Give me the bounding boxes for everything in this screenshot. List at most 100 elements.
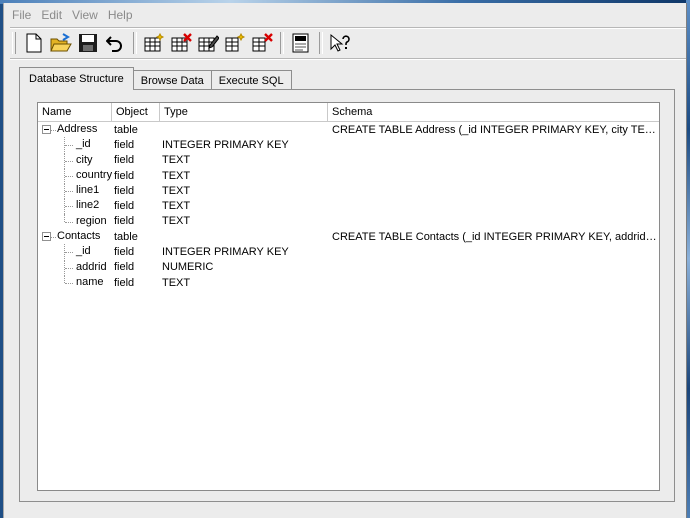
collapse-toggle[interactable] — [42, 232, 51, 242]
tree-connector — [65, 145, 73, 147]
undo-button[interactable] — [103, 31, 127, 55]
tree-connector — [51, 130, 56, 131]
field-type: TEXT — [162, 169, 191, 182]
tree-row-field[interactable]: name field TEXT — [38, 274, 659, 290]
tree-row-field[interactable]: addrid field NUMERIC — [38, 259, 659, 275]
log-window-button[interactable] — [289, 31, 313, 55]
tree-row-field[interactable]: country field TEXT — [38, 167, 659, 184]
field-name: addrid — [76, 260, 107, 273]
object-type: field — [114, 184, 135, 197]
object-type: field — [114, 200, 135, 213]
field-type: INTEGER PRIMARY KEY — [162, 138, 289, 151]
field-type: INTEGER PRIMARY KEY — [162, 246, 289, 259]
object-type: field — [114, 154, 135, 167]
field-type: TEXT — [162, 184, 191, 197]
tab-strip: Database Structure Browse Data Execute S… — [19, 67, 292, 90]
field-name: _id — [76, 138, 91, 151]
toolbar-separator — [133, 32, 137, 54]
toolbar-grip[interactable] — [12, 32, 16, 54]
tree-connector — [65, 267, 73, 269]
table-name: Contacts — [57, 230, 101, 243]
column-header-type[interactable]: Type — [160, 103, 328, 121]
object-type: field — [114, 261, 135, 274]
new-database-button[interactable] — [22, 31, 46, 55]
tab-browse-data[interactable]: Browse Data — [132, 70, 212, 90]
schema-cell: CREATE TABLE Contacts (_id INTEGER PRIMA… — [332, 230, 659, 243]
field-type: NUMERIC — [162, 261, 214, 274]
tree-connector — [65, 160, 73, 162]
undo-icon — [106, 36, 122, 52]
tree-row-field[interactable]: region field TEXT — [38, 213, 659, 229]
tree-row-field[interactable]: line1 field TEXT — [38, 183, 659, 199]
collapse-toggle[interactable] — [42, 125, 51, 134]
save-button[interactable] — [76, 31, 100, 55]
tree-connector — [64, 274, 65, 283]
log-window-icon — [292, 33, 309, 53]
tree-header: Name Object Type Schema — [38, 103, 659, 122]
toolbar — [12, 30, 355, 56]
schema-cell: CREATE TABLE Address (_id INTEGER PRIMAR… — [332, 123, 659, 136]
field-type: TEXT — [162, 276, 191, 289]
modify-table-button[interactable] — [196, 31, 220, 55]
tree-row-field[interactable]: city field TEXT — [38, 152, 659, 168]
delete-index-button[interactable] — [250, 31, 274, 55]
tab-database-structure[interactable]: Database Structure — [19, 67, 134, 90]
delete-index-icon — [252, 33, 273, 52]
tree-row-table-contacts[interactable]: Contacts table CREATE TABLE Contacts (_i… — [38, 229, 659, 244]
create-index-button[interactable] — [223, 31, 247, 55]
tab-label: Database Structure — [29, 73, 124, 85]
menu-help[interactable]: Help — [108, 8, 133, 22]
create-table-icon — [144, 33, 165, 52]
object-type: field — [114, 138, 135, 151]
delete-table-button[interactable] — [169, 31, 193, 55]
field-name: _id — [76, 245, 91, 258]
tree-row-field[interactable]: _id field INTEGER PRIMARY KEY — [38, 137, 659, 153]
open-database-button[interactable] — [49, 31, 73, 55]
toolbar-separator — [280, 32, 284, 54]
modify-table-icon — [198, 35, 219, 52]
tree-connector — [65, 206, 73, 208]
table-name: Address — [57, 123, 98, 135]
tree-connector — [65, 191, 73, 193]
tree-connector — [65, 252, 73, 254]
save-icon — [79, 34, 97, 52]
object-type: table — [114, 230, 138, 243]
structure-tree[interactable]: Name Object Type Schema Address table CR… — [37, 102, 660, 491]
object-type: field — [114, 169, 135, 182]
field-name: name — [76, 275, 104, 288]
object-type: table — [114, 123, 138, 136]
object-type: field — [114, 246, 135, 259]
field-type: TEXT — [162, 200, 191, 213]
field-type: TEXT — [162, 154, 191, 167]
field-type: TEXT — [162, 215, 191, 228]
menu-view[interactable]: View — [72, 8, 98, 22]
tree-connector — [65, 221, 73, 223]
tab-label: Execute SQL — [218, 74, 284, 87]
field-name: line1 — [76, 184, 100, 197]
column-header-schema[interactable]: Schema — [328, 103, 659, 121]
tree-row-field[interactable]: line2 field TEXT — [38, 198, 659, 214]
whats-this-help-button[interactable] — [328, 31, 352, 55]
toolbar-separator-line — [10, 58, 686, 60]
object-type: field — [114, 276, 135, 289]
menu-bar: File Edit View Help — [4, 3, 686, 27]
create-index-icon — [225, 33, 246, 52]
create-table-button[interactable] — [142, 31, 166, 55]
column-header-object[interactable]: Object — [112, 103, 160, 121]
app-window: File Edit View Help Database Structure B… — [3, 3, 687, 518]
field-name: country — [76, 168, 112, 181]
tree-row-field[interactable]: _id field INTEGER PRIMARY KEY — [38, 244, 659, 260]
delete-table-icon — [171, 33, 192, 52]
tab-label: Browse Data — [140, 74, 204, 87]
menu-file[interactable]: File — [12, 8, 31, 22]
object-type: field — [114, 215, 135, 228]
menu-edit[interactable]: Edit — [41, 8, 62, 22]
field-name: line2 — [76, 199, 100, 212]
whats-this-help-icon — [330, 33, 350, 52]
column-header-name[interactable]: Name — [38, 103, 112, 121]
tree-row-table-address[interactable]: Address table CREATE TABLE Address (_id … — [38, 122, 659, 137]
tree-connector — [51, 237, 56, 239]
database-structure-panel: Name Object Type Schema Address table CR… — [19, 89, 675, 502]
new-database-icon — [26, 33, 42, 53]
tab-execute-sql[interactable]: Execute SQL — [210, 70, 292, 90]
